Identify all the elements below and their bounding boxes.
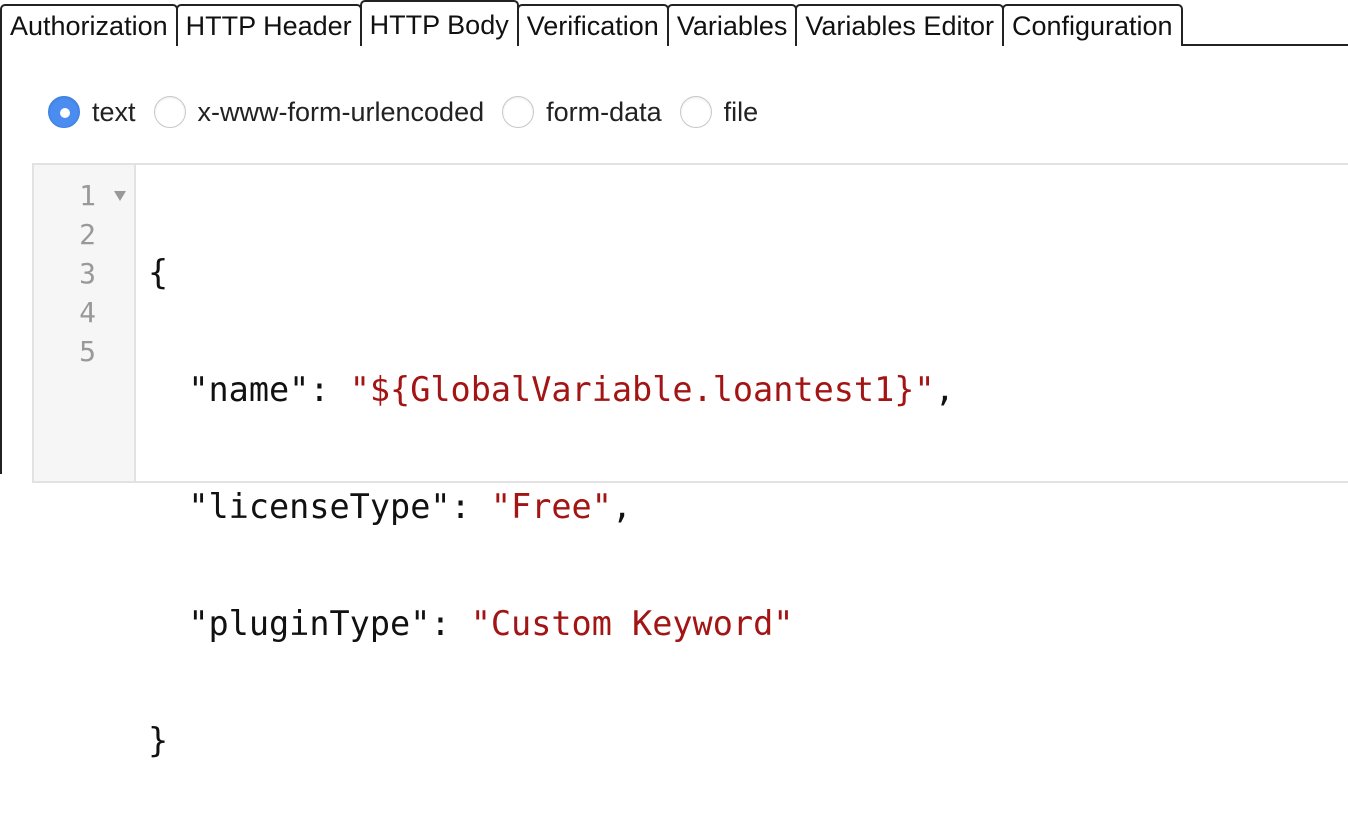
code-line: }: [148, 721, 955, 760]
tab-configuration[interactable]: Configuration: [1001, 4, 1183, 46]
code-line: "name": "${GlobalVariable.loantest1}",: [148, 370, 955, 409]
radio-x-www-form-urlencoded[interactable]: x-www-form-urlencoded: [153, 96, 485, 128]
line-number: 1: [79, 179, 96, 212]
line-number-gutter: 1 2 3 4 5: [34, 165, 136, 481]
json-string: "Free": [490, 487, 612, 526]
radio-label: text: [92, 96, 136, 127]
radio-unselected-icon[interactable]: [502, 96, 535, 128]
radio-unselected-icon[interactable]: [153, 96, 186, 128]
tab-authorization[interactable]: Authorization: [0, 4, 178, 46]
line-number: 3: [79, 257, 96, 290]
radio-label: form-data: [546, 96, 662, 127]
code-line: {: [148, 253, 955, 292]
line-number: 4: [79, 296, 96, 329]
json-string: "Custom Keyword": [470, 604, 794, 643]
code-token: {: [148, 253, 169, 292]
tab-variables-editor[interactable]: Variables Editor: [795, 4, 1004, 46]
code-token: ,: [611, 487, 633, 526]
tab-bar: Authorization HTTP Header HTTP Body Veri…: [0, 0, 1348, 46]
json-key: "licenseType":: [148, 487, 491, 526]
code-line: "pluginType": "Custom Keyword": [148, 604, 955, 643]
radio-form-data[interactable]: form-data: [502, 96, 662, 128]
code-token: }: [148, 721, 169, 760]
radio-label: x-www-form-urlencoded: [197, 96, 485, 127]
json-string: "${GlobalVariable.loantest1}": [349, 370, 935, 409]
radio-unselected-icon[interactable]: [679, 96, 712, 128]
code-content[interactable]: { "name": "${GlobalVariable.loantest1}",…: [148, 175, 955, 838]
code-line: "licenseType": "Free",: [148, 487, 955, 526]
line-number: 5: [79, 335, 96, 368]
json-key: "pluginType":: [148, 604, 471, 643]
tab-http-body[interactable]: HTTP Body: [359, 0, 519, 46]
tab-variables[interactable]: Variables: [666, 4, 798, 46]
body-type-radio-group: text x-www-form-urlencoded form-data fil…: [48, 96, 776, 128]
fold-arrow-icon[interactable]: [114, 191, 126, 201]
radio-text[interactable]: text: [48, 96, 136, 128]
radio-file[interactable]: file: [679, 96, 759, 128]
json-key: "name":: [148, 370, 350, 409]
radio-selected-icon[interactable]: [48, 96, 80, 128]
line-number: 2: [79, 218, 96, 251]
radio-label: file: [723, 96, 759, 127]
code-token: ,: [934, 370, 955, 409]
tab-verification[interactable]: Verification: [516, 4, 669, 46]
code-editor[interactable]: 1 2 3 4 5 { "name": "${GlobalVariable.lo…: [32, 163, 1348, 760]
tab-http-header[interactable]: HTTP Header: [175, 4, 362, 46]
